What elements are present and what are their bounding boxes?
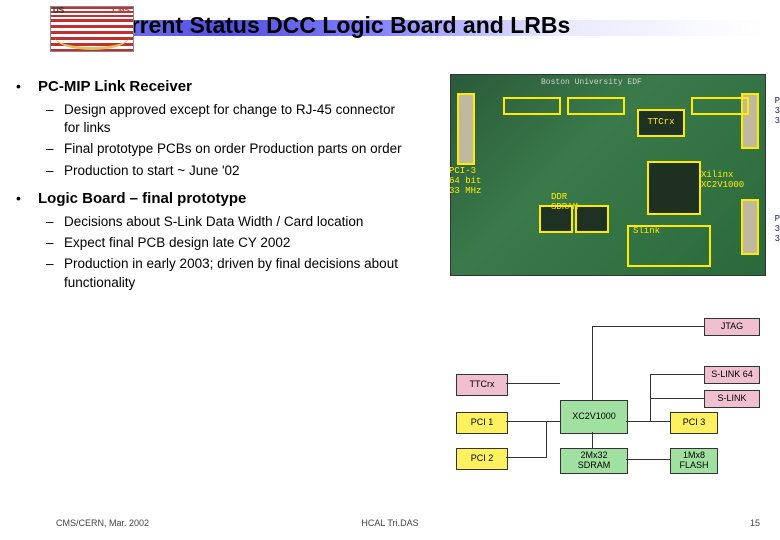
wire — [592, 432, 593, 448]
blk-slink: S-LINK — [704, 390, 760, 408]
footer-right: 15 — [750, 518, 760, 528]
pcb-photo: Boston University EDF PCI-3 64 bit 33 MH… — [450, 74, 766, 276]
dash-icon: – — [46, 234, 64, 252]
ttcrx-chip: TTCrx — [637, 109, 685, 137]
logo-swoosh — [55, 25, 129, 50]
xilinx-chip — [647, 161, 701, 215]
blk-pci1: PCI 1 — [456, 412, 508, 434]
ttcrx-text: TTCrx — [647, 118, 674, 128]
xilinx-label: Xilinx XC2V1000 — [701, 171, 744, 191]
blk-fpga: XC2V1000 — [560, 400, 628, 434]
top-conn-1 — [503, 97, 561, 115]
pci2-label: PCI-2 32 bit 33 MHz — [775, 215, 780, 245]
logo-flag-strip — [51, 7, 133, 19]
wire — [650, 374, 704, 375]
footer: CMS/CERN, Mar. 2002 HCAL Tri.DAS 15 — [0, 518, 780, 532]
footer-center: HCAL Tri.DAS — [361, 518, 418, 528]
blk-slink-text: S-LINK — [717, 394, 746, 404]
us-cms-logo — [50, 6, 134, 52]
wire — [546, 421, 547, 458]
wire — [592, 326, 704, 327]
ddr-label: DDR SDRAM — [551, 193, 578, 213]
wire — [506, 421, 560, 422]
section2-item1: Decisions about S-Link Data Width / Card… — [64, 213, 363, 231]
blk-slink64-text: S-LINK 64 — [711, 370, 753, 380]
pci3-label: PCI-3 64 bit 33 MHz — [449, 167, 481, 197]
blk-ttcrx-text: TTCrx — [470, 380, 495, 390]
dash-icon: – — [46, 255, 64, 273]
content-area: • PC-MIP Link Receiver –Design approved … — [14, 78, 414, 302]
wire — [506, 457, 546, 458]
pci2-connector — [741, 199, 759, 255]
bullet-icon: • — [14, 78, 38, 94]
blk-slink64: S-LINK 64 — [704, 366, 760, 384]
blk-jtag: JTAG — [704, 318, 760, 336]
pci3-connector — [457, 93, 475, 165]
section-head-2: Logic Board – final prototype — [38, 190, 246, 209]
dash-icon: – — [46, 101, 64, 119]
slide-title: Current Status DCC Logic Board and LRBs — [100, 12, 570, 39]
blk-pci3: PCI 3 — [670, 412, 718, 434]
top-conn-3 — [691, 97, 749, 115]
dash-icon: – — [46, 162, 64, 180]
wire — [650, 374, 651, 422]
blk-flash: 1Mx8 FLASH — [670, 448, 718, 474]
ddr-chip-2 — [575, 205, 609, 233]
section-head-1: PC-MIP Link Receiver — [38, 78, 192, 97]
block-diagram: TTCrx PCI 1 PCI 2 XC2V1000 2Mx32 SDRAM P… — [450, 318, 764, 496]
blk-pci3-text: PCI 3 — [683, 418, 706, 428]
blk-fpga-text: XC2V1000 — [572, 412, 616, 422]
wire — [592, 326, 593, 400]
logo-body — [51, 19, 133, 51]
blk-jtag-text: JTAG — [721, 322, 743, 332]
blk-pci1-text: PCI 1 — [471, 418, 494, 428]
section1-item2: Final prototype PCBs on order Production… — [64, 140, 402, 158]
blk-sdram: 2Mx32 SDRAM — [560, 448, 628, 474]
wire — [626, 421, 670, 422]
footer-left: CMS/CERN, Mar. 2002 — [56, 518, 149, 528]
slink-label: Slink — [633, 227, 660, 237]
blk-sdram-text: 2Mx32 SDRAM — [578, 451, 611, 471]
wire — [650, 398, 704, 399]
blk-pci2: PCI 2 — [456, 448, 508, 470]
top-conn-2 — [567, 97, 625, 115]
section1-item3: Production to start ~ June '02 — [64, 162, 240, 180]
pci1-label: PCI-1 32 bit 33 MHz — [775, 97, 780, 127]
section2-item2: Expect final PCB design late CY 2002 — [64, 234, 290, 252]
blk-flash-text: 1Mx8 FLASH — [679, 451, 708, 471]
section1-item1: Design approved except for change to RJ-… — [64, 101, 414, 137]
blk-ttcrx: TTCrx — [456, 374, 508, 396]
wire — [506, 383, 560, 384]
dash-icon: – — [46, 140, 64, 158]
dash-icon: – — [46, 213, 64, 231]
pcb-header-label: Boston University EDF — [541, 79, 642, 88]
blk-pci2-text: PCI 2 — [471, 454, 494, 464]
bullet-icon: • — [14, 190, 38, 206]
section2-item3: Production in early 2003; driven by fina… — [64, 255, 414, 291]
wire — [626, 459, 670, 460]
